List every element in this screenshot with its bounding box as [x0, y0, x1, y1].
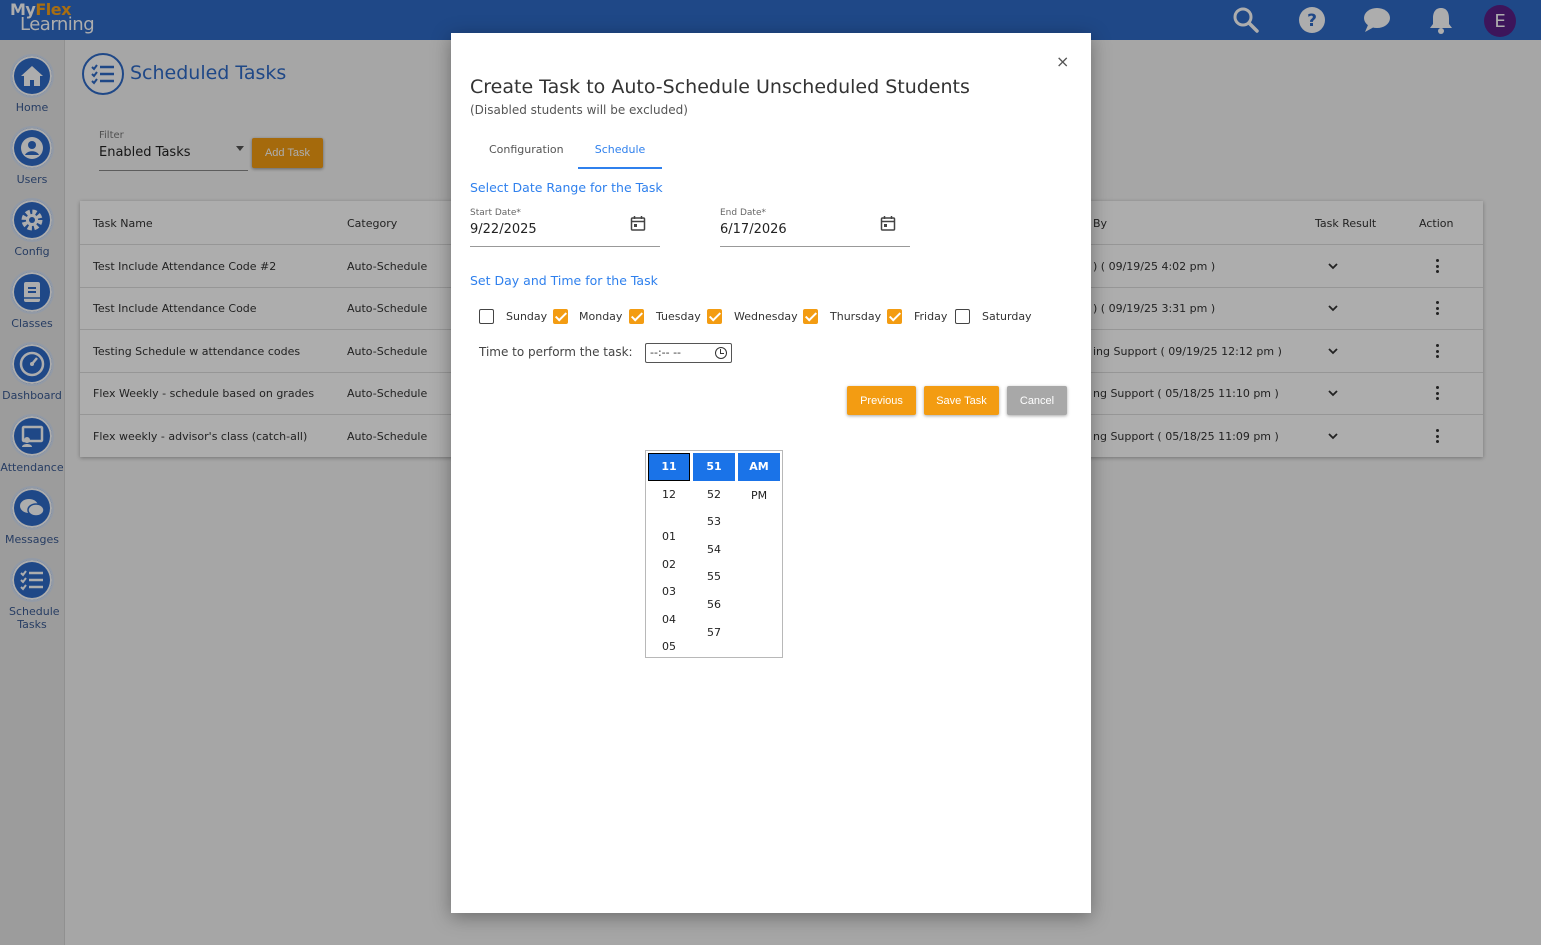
- tuesday-label: Tuesday: [656, 310, 701, 323]
- close-icon[interactable]: ×: [1056, 52, 1069, 71]
- hour-column[interactable]: 11 12 01 02 03 04 05: [648, 451, 690, 657]
- minute-option[interactable]: 57: [693, 626, 735, 639]
- sunday-label: Sunday: [506, 310, 548, 323]
- hour-option[interactable]: 02: [648, 558, 690, 571]
- friday-checkbox[interactable]: [887, 309, 902, 324]
- friday-label: Friday: [914, 310, 948, 323]
- time-value: --:-- --: [650, 346, 682, 359]
- end-date-field[interactable]: End Date* 6/17/2026: [720, 208, 910, 247]
- period-option[interactable]: PM: [738, 489, 780, 502]
- monday-checkbox[interactable]: [553, 309, 568, 324]
- sunday-checkbox[interactable]: [479, 309, 494, 324]
- start-date-field[interactable]: Start Date* 9/22/2025: [470, 208, 660, 247]
- period-column[interactable]: AM PM: [738, 451, 780, 657]
- time-picker-popup: 11 12 01 02 03 04 05 51 52 53 54 55 56 5…: [645, 450, 783, 658]
- hour-option[interactable]: 01: [648, 530, 690, 543]
- day-time-heading: Set Day and Time for the Task: [470, 273, 658, 288]
- hour-option[interactable]: 05: [648, 640, 690, 653]
- minute-option[interactable]: 54: [693, 543, 735, 556]
- hour-option[interactable]: 03: [648, 585, 690, 598]
- minute-option[interactable]: 53: [693, 515, 735, 528]
- cancel-button[interactable]: Cancel: [1007, 386, 1067, 415]
- minute-column[interactable]: 51 52 53 54 55 56 57: [693, 451, 735, 657]
- hour-option[interactable]: 04: [648, 613, 690, 626]
- minute-option[interactable]: 51: [693, 453, 735, 481]
- hour-option[interactable]: 12: [648, 488, 690, 501]
- calendar-icon[interactable]: [630, 215, 646, 231]
- date-range-heading: Select Date Range for the Task: [470, 180, 663, 195]
- monday-label: Monday: [579, 310, 623, 323]
- previous-button[interactable]: Previous: [847, 386, 916, 415]
- clock-icon[interactable]: [715, 347, 727, 359]
- wednesday-label: Wednesday: [734, 310, 798, 323]
- tuesday-checkbox[interactable]: [629, 309, 644, 324]
- hour-option[interactable]: 11: [648, 453, 690, 481]
- time-input[interactable]: --:-- --: [645, 343, 732, 363]
- tab-schedule[interactable]: Schedule: [578, 143, 662, 169]
- save-task-button[interactable]: Save Task: [924, 386, 999, 415]
- calendar-icon[interactable]: [880, 215, 896, 231]
- period-option[interactable]: AM: [738, 453, 780, 481]
- minute-option[interactable]: 52: [693, 488, 735, 501]
- thursday-label: Thursday: [830, 310, 882, 323]
- minute-option[interactable]: 55: [693, 570, 735, 583]
- dialog-subtitle: (Disabled students will be excluded): [470, 103, 688, 117]
- saturday-label: Saturday: [982, 310, 1032, 323]
- time-label: Time to perform the task:: [479, 345, 633, 359]
- tab-configuration[interactable]: Configuration: [489, 143, 564, 169]
- thursday-checkbox[interactable]: [803, 309, 818, 324]
- saturday-checkbox[interactable]: [955, 309, 970, 324]
- minute-option[interactable]: 56: [693, 598, 735, 611]
- dialog-title: Create Task to Auto-Schedule Unscheduled…: [470, 76, 970, 98]
- wednesday-checkbox[interactable]: [707, 309, 722, 324]
- day-checkboxes: Sunday Monday Tuesday Wednesday Thursday…: [479, 309, 1039, 327]
